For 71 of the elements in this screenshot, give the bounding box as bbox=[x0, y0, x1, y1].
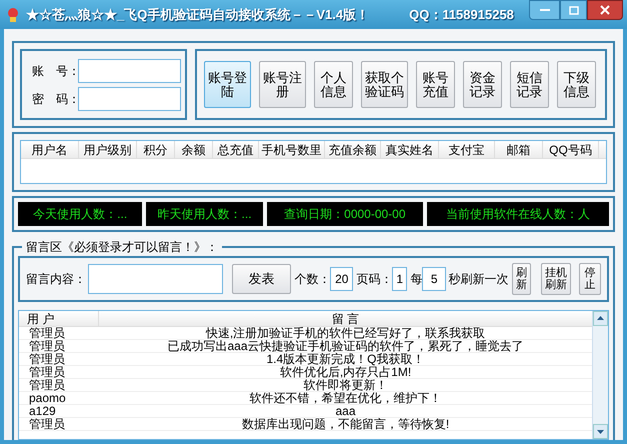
column-header[interactable]: 真实姓名 bbox=[381, 141, 439, 158]
toolbar-button[interactable]: 账号充值 bbox=[416, 61, 455, 108]
action-button[interactable]: 停止 bbox=[579, 263, 601, 295]
minimize-icon bbox=[540, 8, 550, 12]
column-header[interactable]: 总充值 bbox=[213, 141, 259, 158]
number-field[interactable]: 20 bbox=[330, 267, 354, 291]
app-icon bbox=[6, 6, 20, 22]
toolbar-button[interactable]: 短信记录 bbox=[510, 61, 549, 108]
user-cell-text: paomo bbox=[28, 392, 67, 404]
field-label: 留言内容： bbox=[26, 271, 86, 288]
message-cell-text: 1.4版本更新完成！Q我获取！ bbox=[265, 353, 426, 365]
action-button[interactable]: 挂机刷新 bbox=[541, 263, 572, 295]
toolbar-button[interactable]: 账号登陆 bbox=[204, 61, 251, 108]
column-header[interactable]: 用户级别 bbox=[79, 141, 137, 158]
user-cell-text: 管理员 bbox=[28, 366, 66, 378]
column-header[interactable]: 用 户 bbox=[19, 311, 99, 326]
user-cell-text: 管理员 bbox=[28, 418, 66, 430]
scrollbar[interactable] bbox=[592, 311, 608, 439]
status-display: 今天使用人数：... bbox=[18, 202, 142, 226]
action-button[interactable]: 刷新 bbox=[512, 263, 532, 295]
number-field[interactable]: 1 bbox=[392, 267, 408, 291]
user-cell-text: 管理员 bbox=[28, 327, 66, 339]
toolbar-button[interactable]: 账号注册 bbox=[259, 61, 306, 108]
message-cell-text: 软件即将更新！ bbox=[302, 379, 388, 391]
scroll-up-icon[interactable] bbox=[593, 311, 608, 326]
message-cell-text: 已成功写出aaa云快捷验证手机验证码的软件了，累死了，睡觉去了 bbox=[166, 340, 525, 352]
number-field[interactable]: 5 bbox=[422, 267, 446, 291]
group-title: 留言区《必须登录才可以留言！》： bbox=[22, 238, 222, 256]
toolbar-button[interactable]: 下级信息 bbox=[557, 61, 596, 108]
column-header[interactable]: 邮箱 bbox=[495, 141, 543, 158]
user-cell-text: 管理员 bbox=[28, 379, 66, 391]
input-field[interactable] bbox=[78, 58, 181, 82]
field-label: 秒刷新一次 bbox=[448, 271, 508, 288]
column-header[interactable]: 积分 bbox=[137, 141, 175, 158]
input-field[interactable] bbox=[78, 86, 181, 110]
message-input[interactable] bbox=[88, 264, 223, 294]
maximize-icon bbox=[568, 6, 578, 14]
status-display: 查询日期：0000-00-00 bbox=[266, 202, 423, 226]
close-button[interactable] bbox=[587, 0, 623, 20]
column-header[interactable]: 用户名 bbox=[21, 141, 79, 158]
maximize-button[interactable] bbox=[560, 0, 587, 20]
message-cell-text: 软件还不错，希望在优化，维护下！ bbox=[248, 392, 442, 404]
toolbar-button[interactable]: 个人信息 bbox=[314, 61, 353, 108]
minimize-button[interactable] bbox=[529, 0, 560, 20]
field-label: 页码： bbox=[356, 271, 392, 288]
close-icon bbox=[600, 5, 610, 15]
toolbar-button[interactable]: 获取个验证码 bbox=[361, 61, 408, 108]
column-header[interactable]: QQ号码 bbox=[543, 141, 599, 158]
message-cell-text: 软件优化后,内存只占1M! bbox=[278, 366, 412, 378]
window-title: ★☆苍灬狼☆★_飞Q手机验证码自动接收系统－－V1.4版！ bbox=[26, 6, 370, 24]
column-header[interactable]: 充值余额 bbox=[325, 141, 381, 158]
column-header[interactable]: 余额 bbox=[175, 141, 213, 158]
qq-number: QQ：1158915258 bbox=[409, 6, 514, 24]
field-label: 账 号： bbox=[32, 62, 78, 80]
toolbar-button[interactable]: 资金记录 bbox=[463, 61, 502, 108]
user-cell-text: 管理员 bbox=[28, 353, 66, 365]
scroll-down-icon[interactable] bbox=[593, 424, 608, 439]
message-cell-text: 数据库出现问题，不能留言，等待恢复! bbox=[240, 418, 450, 430]
user-cell-text: 管理员 bbox=[28, 340, 66, 352]
column-header[interactable]: 留 言 bbox=[99, 311, 592, 326]
field-label: 密 码： bbox=[32, 90, 78, 108]
user-cell-text: a129 bbox=[28, 405, 56, 417]
post-button[interactable]: 发表 bbox=[232, 264, 292, 294]
field-label: 每 bbox=[410, 271, 422, 288]
message-cell-text: 快速,注册加验证手机的软件已经写好了，联系我获取 bbox=[204, 327, 486, 339]
field-label: 个数： bbox=[294, 271, 330, 288]
column-header[interactable]: 支付宝 bbox=[439, 141, 495, 158]
column-header[interactable]: 手机号数里 bbox=[259, 141, 325, 158]
message-cell-text: aaa bbox=[334, 405, 357, 417]
status-display: 当前使用软件在线人数：人 bbox=[426, 202, 609, 226]
status-display: 昨天使用人数：... bbox=[146, 202, 263, 226]
